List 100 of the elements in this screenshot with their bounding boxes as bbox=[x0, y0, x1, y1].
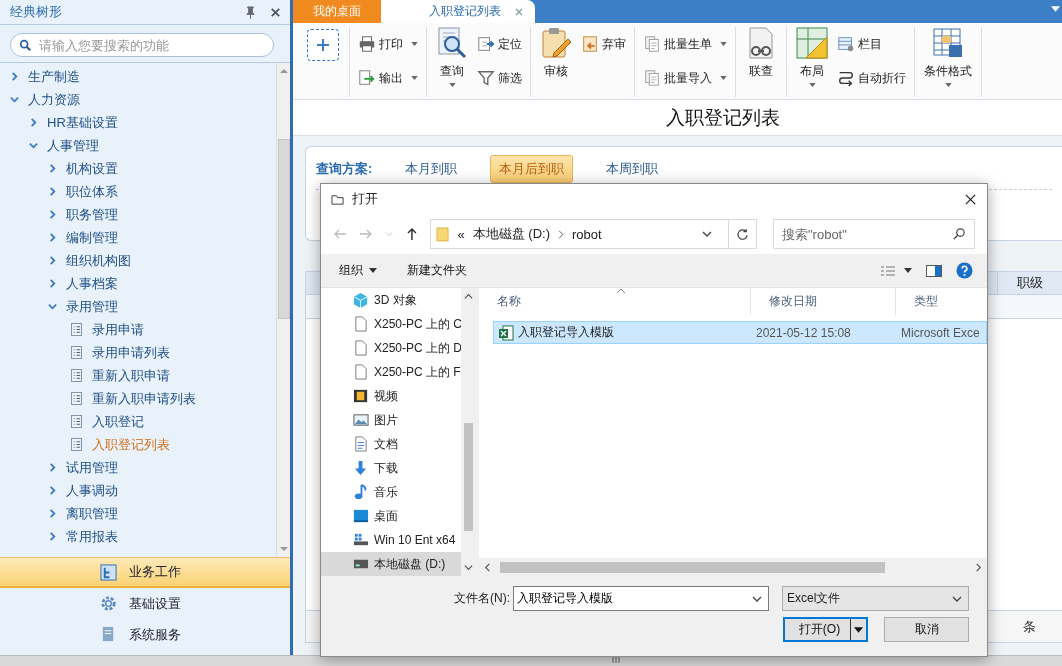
toolbar-button[interactable]: 打印 bbox=[356, 32, 420, 56]
chevron-right-icon[interactable] bbox=[48, 463, 57, 472]
toolbar-button[interactable]: 条件格式 bbox=[921, 27, 975, 87]
file-type-dropdown[interactable]: Excel文件 bbox=[782, 586, 969, 611]
cancel-button[interactable]: 取消 bbox=[884, 617, 969, 642]
folder-item[interactable]: X250-PC 上的 C bbox=[321, 312, 461, 336]
toolbar-button[interactable]: 查询 bbox=[433, 27, 471, 87]
chevron-right-icon[interactable] bbox=[10, 72, 19, 81]
address-bar[interactable]: « 本地磁盘 (D:) robot bbox=[430, 219, 757, 249]
scrollbar[interactable] bbox=[479, 558, 987, 576]
search-field[interactable]: 搜索"robot" bbox=[773, 219, 975, 249]
chevron-right-icon[interactable] bbox=[48, 233, 57, 242]
tab[interactable]: 入职登记列表 bbox=[381, 0, 535, 23]
scrollbar[interactable] bbox=[276, 63, 290, 557]
tree-item[interactable]: 职位体系 bbox=[66, 182, 118, 201]
tree-item[interactable]: 生产制造 bbox=[28, 67, 80, 86]
chevron-down-icon[interactable] bbox=[464, 563, 473, 572]
nav-item[interactable]: 系统服务 bbox=[0, 619, 290, 650]
scrollbar-thumb[interactable] bbox=[464, 423, 473, 531]
chevron-right-icon[interactable] bbox=[48, 532, 57, 541]
chevron-right-icon[interactable] bbox=[48, 509, 57, 518]
column-header[interactable]: 类型 bbox=[896, 288, 987, 315]
preview-pane-icon[interactable] bbox=[926, 264, 942, 277]
grip-icon[interactable] bbox=[611, 656, 621, 664]
folder-item[interactable]: X250-PC 上的 D bbox=[321, 336, 461, 360]
file-row[interactable]: 入职登记导入模版 2021-05-12 15:08 Microsoft Exce bbox=[493, 321, 987, 344]
scrollbar[interactable] bbox=[461, 288, 476, 576]
tree-item[interactable]: 离职管理 bbox=[66, 504, 118, 523]
tree-item[interactable]: 重新入职申请 bbox=[92, 366, 170, 385]
filename-field[interactable]: 入职登记导入模版 bbox=[513, 586, 769, 611]
chevron-right-icon[interactable] bbox=[48, 486, 57, 495]
tree-item[interactable]: HR基础设置 bbox=[47, 113, 118, 132]
overflow-chevron[interactable]: « bbox=[457, 226, 465, 242]
scrollbar-thumb[interactable] bbox=[277, 139, 290, 319]
folder-item[interactable]: X250-PC 上的 F bbox=[321, 360, 461, 384]
tree-item[interactable]: 组织机构图 bbox=[66, 251, 131, 270]
column-header[interactable]: 修改日期 bbox=[751, 288, 896, 315]
toolbar-button[interactable]: 新建文件夹 bbox=[399, 260, 475, 281]
tree-item[interactable]: 机构设置 bbox=[66, 159, 118, 178]
column-header[interactable]: 职级 bbox=[997, 272, 1062, 294]
pin-icon[interactable] bbox=[244, 5, 257, 19]
chevron-right-icon[interactable] bbox=[974, 562, 983, 572]
toolbar-button[interactable]: 输出 bbox=[356, 66, 420, 90]
nav-item[interactable]: 业务工作 bbox=[0, 557, 290, 588]
chevron-right-icon[interactable] bbox=[48, 187, 57, 196]
toolbar-button[interactable]: 自动折行 bbox=[835, 66, 908, 90]
tree-item[interactable]: 试用管理 bbox=[66, 458, 118, 477]
tree-item[interactable]: 录用管理 bbox=[66, 297, 118, 316]
folder-item[interactable]: 下载 bbox=[321, 456, 461, 480]
query-option[interactable]: 本月后到职 bbox=[490, 155, 574, 183]
toolbar-button[interactable]: 审核 bbox=[537, 27, 575, 80]
tree-item[interactable]: 人事调动 bbox=[66, 481, 118, 500]
tree-item[interactable]: 重新入职申请列表 bbox=[92, 389, 196, 408]
toolbar-button[interactable]: 布局 bbox=[793, 27, 831, 87]
column-header[interactable]: 名称 bbox=[479, 288, 751, 315]
scrollbar-thumb[interactable] bbox=[500, 561, 885, 573]
tree-item[interactable]: 编制管理 bbox=[66, 228, 118, 247]
tree-item[interactable]: 人事管理 bbox=[47, 136, 99, 155]
open-button[interactable]: 打开(O) bbox=[783, 617, 868, 642]
organize-menu[interactable]: 组织 bbox=[331, 260, 385, 281]
add-button[interactable] bbox=[307, 29, 339, 61]
toolbar-button[interactable]: 弃审 bbox=[579, 32, 628, 56]
chevron-right-icon[interactable] bbox=[48, 256, 57, 265]
tree-item[interactable]: 职务管理 bbox=[66, 205, 118, 224]
breadcrumb[interactable]: 本地磁盘 (D:) bbox=[472, 225, 550, 243]
chevron-left-icon[interactable] bbox=[483, 562, 492, 572]
folder-item[interactable]: 文档 bbox=[321, 432, 461, 456]
chevron-right-icon[interactable] bbox=[48, 164, 57, 173]
chevron-up-icon[interactable] bbox=[464, 292, 473, 301]
close-icon[interactable] bbox=[269, 5, 282, 19]
close-icon[interactable] bbox=[964, 192, 977, 206]
query-option[interactable]: 本月到职 bbox=[396, 155, 467, 183]
chevron-right-icon[interactable] bbox=[48, 210, 57, 219]
toolbar-button[interactable]: 筛选 bbox=[475, 66, 524, 90]
folder-item[interactable]: 本地磁盘 (D:) bbox=[321, 552, 461, 576]
breadcrumb[interactable]: robot bbox=[571, 226, 602, 242]
folder-item[interactable]: Win 10 Ent x64 bbox=[321, 528, 461, 552]
folder-item[interactable]: 桌面 bbox=[321, 504, 461, 528]
query-option[interactable]: 本周到职 bbox=[597, 155, 668, 183]
tree-item[interactable]: 录用申请列表 bbox=[92, 343, 170, 362]
scroll-down-icon[interactable] bbox=[279, 546, 288, 552]
up-arrow-icon[interactable] bbox=[404, 227, 419, 241]
scroll-up-icon[interactable] bbox=[279, 68, 288, 74]
tree-item[interactable]: 常用报表 bbox=[66, 527, 118, 546]
folder-item[interactable]: 3D 对象 bbox=[321, 288, 461, 312]
tree-item[interactable]: 录用申请 bbox=[92, 320, 144, 339]
help-icon[interactable] bbox=[956, 262, 973, 279]
tree-item[interactable]: 人事档案 bbox=[66, 274, 118, 293]
toolbar-button[interactable]: 定位 bbox=[475, 32, 524, 56]
chevron-right-icon[interactable] bbox=[48, 279, 57, 288]
chevron-down-icon[interactable] bbox=[702, 231, 712, 237]
folder-item[interactable]: 视频 bbox=[321, 384, 461, 408]
toolbar-button[interactable]: 批量生单 bbox=[641, 32, 729, 56]
tree-item[interactable]: 入职登记 bbox=[92, 412, 144, 431]
toolbar-button[interactable]: 栏目 bbox=[835, 32, 908, 56]
chevron-right-icon[interactable] bbox=[29, 118, 38, 127]
folder-item[interactable]: 音乐 bbox=[321, 480, 461, 504]
toolbar-button[interactable]: 批量导入 bbox=[641, 66, 729, 90]
nav-item[interactable]: 基础设置 bbox=[0, 588, 290, 619]
tree-item[interactable]: 人力资源 bbox=[28, 90, 80, 109]
